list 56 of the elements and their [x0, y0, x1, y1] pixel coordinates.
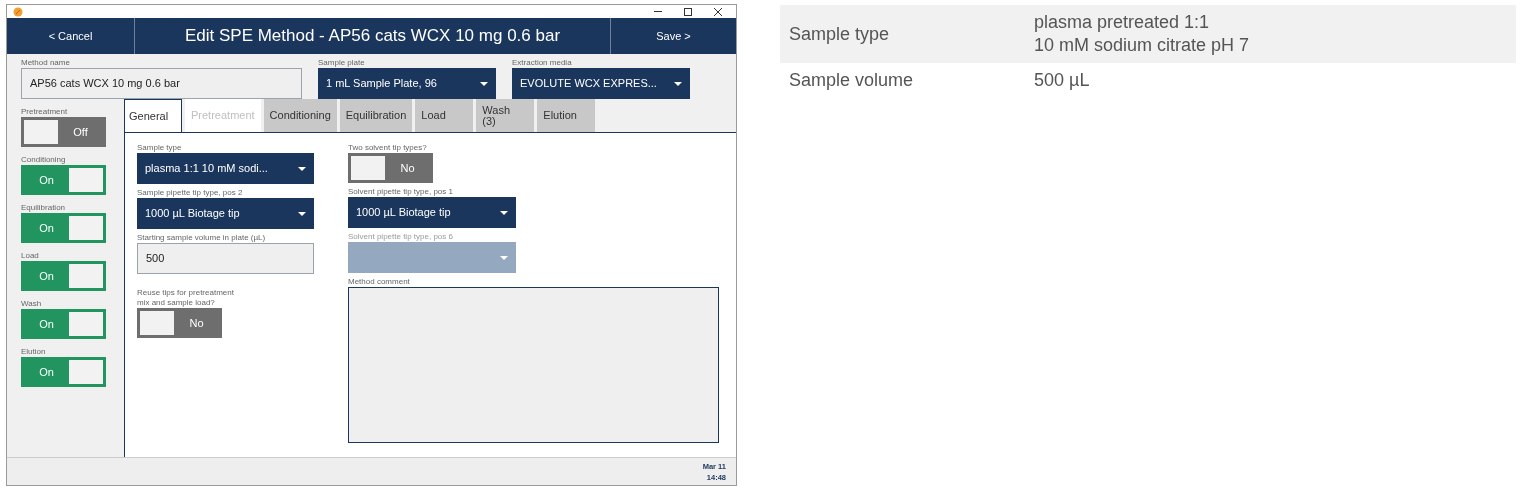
field-label: Sample type — [137, 143, 183, 154]
toggle-switch[interactable]: No — [137, 308, 222, 339]
step-label: Equilibration — [21, 203, 67, 214]
tab[interactable]: Equilibration — [339, 99, 413, 133]
field-label: Reuse tips for pretreatment mix and sample load? — [137, 288, 235, 309]
dropdown[interactable]: plasma 1:1 10 mM sodi... — [137, 153, 314, 185]
step-label: Elution — [21, 347, 47, 358]
save-button[interactable]: Save > — [610, 18, 736, 55]
minimize-icon[interactable] — [654, 10, 662, 13]
tab[interactable]: Load — [415, 99, 474, 133]
toggle-switch[interactable]: On — [21, 309, 106, 340]
row-value: plasma pretreated 1:1 10 mM sodium citrate pH 7 — [1034, 11, 1250, 57]
row-label: Sample volume — [788, 68, 915, 92]
toggle-switch[interactable]: On — [21, 261, 106, 292]
caret-icon — [500, 210, 508, 215]
toggle-switch[interactable]: No — [348, 153, 433, 184]
toggle-switch[interactable]: Off — [21, 117, 106, 148]
dropdown[interactable]: 1000 µL Biotage tip — [348, 197, 516, 229]
caret-icon — [674, 81, 682, 86]
dropdown[interactable]: 1000 µL Biotage tip — [137, 198, 314, 230]
tab[interactable]: General — [124, 99, 182, 133]
app-logo-icon — [13, 6, 23, 17]
field-label: Two solvent tip types? — [348, 143, 428, 154]
tab[interactable]: Conditioning — [263, 99, 337, 133]
toggle-switch[interactable]: On — [21, 357, 106, 388]
tab[interactable]: Elution — [537, 99, 596, 133]
field-label: Method name — [21, 58, 71, 69]
tab[interactable]: Wash (3) — [476, 99, 535, 133]
step-label: Conditioning — [21, 155, 67, 166]
toggle-switch[interactable]: On — [21, 165, 106, 196]
field-label: Solvent pipette tip type, pos 6 — [348, 232, 454, 243]
maximize-icon[interactable] — [684, 7, 692, 16]
row-label: Sample type — [788, 22, 891, 46]
field-label: Starting sample volume in plate (µL) — [137, 233, 267, 244]
dropdown[interactable]: EVOLUTE WCX EXPRES... — [512, 68, 690, 100]
caret-icon — [500, 255, 508, 260]
caret-icon — [480, 81, 488, 86]
field-label: Sample pipette tip type, pos 2 — [137, 188, 244, 199]
caret-icon — [298, 211, 306, 216]
field-label: Extraction media — [512, 58, 573, 69]
step-label: Load — [21, 251, 40, 262]
cancel-button[interactable]: < Cancel — [7, 18, 135, 55]
field-label: Method comment — [348, 277, 411, 288]
field-label: Sample plate — [318, 58, 366, 69]
step-label: Pretreatment — [21, 107, 69, 118]
toggle-switch[interactable]: On — [21, 213, 106, 244]
caret-icon — [298, 166, 306, 171]
page-title: Edit SPE Method - AP56 cats WCX 10 mg 0.6 bar — [183, 25, 562, 48]
row-value: 500 µL — [1034, 68, 1090, 92]
close-icon[interactable] — [714, 7, 722, 16]
step-label: Wash — [21, 299, 43, 310]
text-field[interactable]: 500 — [137, 243, 314, 275]
field-label: Solvent pipette tip type, pos 1 — [348, 187, 454, 198]
dropdown[interactable]: 1 mL Sample Plate, 96 — [318, 68, 496, 100]
comment-field[interactable] — [348, 287, 719, 444]
text-field[interactable]: AP56 cats WCX 10 mg 0.6 bar — [21, 68, 302, 100]
